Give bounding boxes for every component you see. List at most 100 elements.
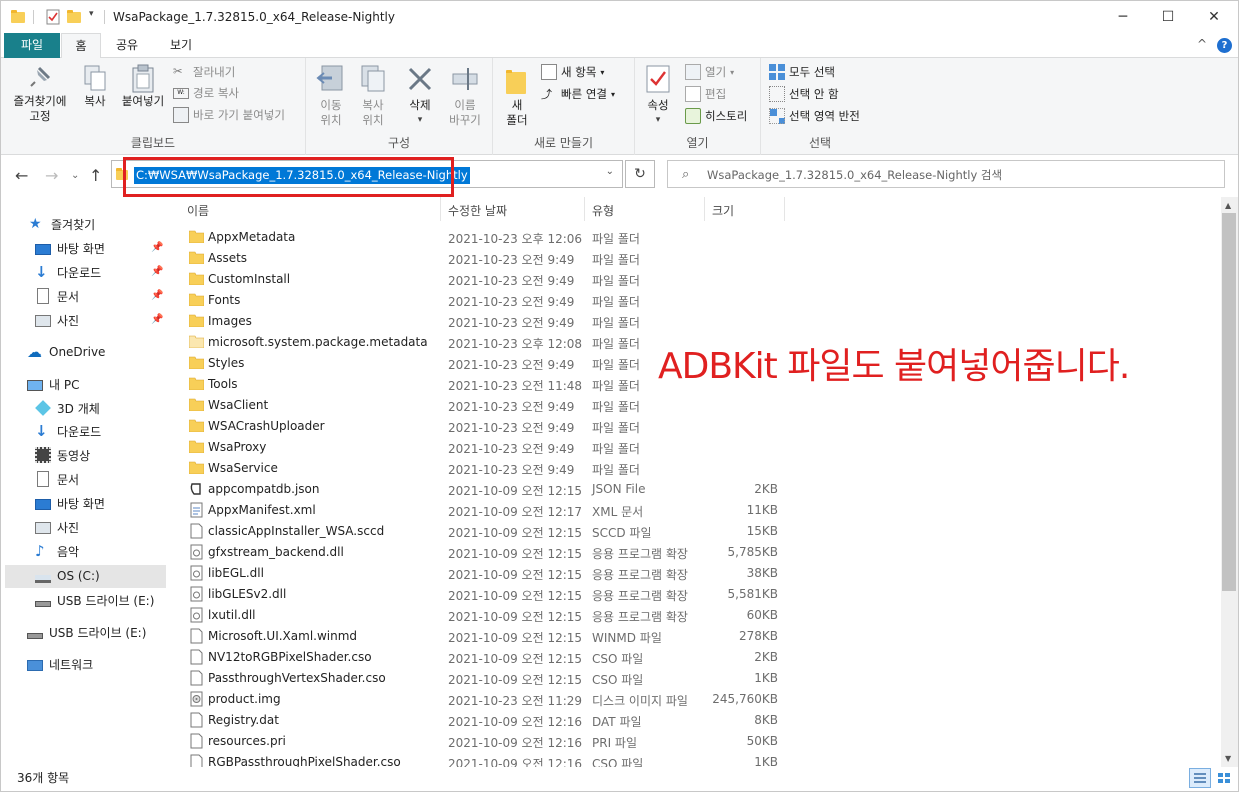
tab-share[interactable]: 공유 (105, 33, 149, 58)
file-row[interactable]: AppxMetadata 2021-10-23 오후 12:06 파일 폴더 (169, 227, 789, 248)
copy-to-button[interactable]: 복사 위치 (354, 64, 392, 128)
help-icon[interactable]: ? (1217, 38, 1232, 53)
file-row[interactable]: libGLESv2.dll 2021-10-09 오전 12:15 응용 프로그램 … (169, 584, 789, 605)
file-row[interactable]: Microsoft.UI.Xaml.winmd 2021-10-09 오전 12:… (169, 626, 789, 647)
column-separator[interactable] (784, 197, 785, 221)
properties-button[interactable]: 속성 ▾ (641, 64, 675, 128)
sidebar-item-network[interactable]: 네트워크 (27, 653, 93, 675)
pin-icon[interactable]: 📌 (151, 242, 163, 253)
copyto-label-1: 복사 (362, 98, 384, 112)
file-row[interactable]: Assets 2021-10-23 오전 9:49 파일 폴더 (169, 248, 789, 269)
history-button[interactable]: 히스토리 (685, 106, 747, 126)
up-arrow-icon[interactable]: ↑ (89, 166, 102, 185)
sidebar-item-usb-e-root[interactable]: USB 드라이브 (E:) (27, 621, 146, 643)
column-separator[interactable] (440, 197, 441, 221)
file-row[interactable]: PassthroughVertexShader.cso 2021-10-09 오전… (169, 668, 789, 689)
address-dropdown-icon[interactable]: ⌄ (606, 166, 614, 177)
refresh-icon[interactable]: ↻ (625, 160, 655, 188)
select-none-button[interactable]: 선택 안 함 (769, 84, 839, 104)
edit-button[interactable]: 편집 (685, 84, 726, 104)
file-date: 2021-10-09 오전 12:15 (448, 526, 583, 540)
sidebar-item-usb-e[interactable]: USB 드라이브 (E:) (35, 589, 154, 611)
paste-button[interactable]: 붙여넣기 (117, 64, 169, 109)
column-header-date[interactable]: 수정한 날짜 (448, 202, 507, 219)
file-row[interactable]: WsaProxy 2021-10-23 오전 9:49 파일 폴더 (169, 437, 789, 458)
file-row[interactable]: CustomInstall 2021-10-23 오전 9:49 파일 폴더 (169, 269, 789, 290)
file-row[interactable]: Fonts 2021-10-23 오전 9:49 파일 폴더 (169, 290, 789, 311)
file-row[interactable]: resources.pri 2021-10-09 오전 12:16 PRI 파일 50… (169, 731, 789, 752)
file-row[interactable]: WSACrashUploader 2021-10-23 오전 9:49 파일 폴더 (169, 416, 789, 437)
sidebar-item-os-c[interactable]: OS (C:) (35, 565, 100, 587)
column-separator[interactable] (704, 197, 705, 221)
properties-quick-icon[interactable] (45, 9, 61, 25)
pin-icon[interactable]: 📌 (151, 266, 163, 277)
sidebar-item-pc-documents[interactable]: 문서 (35, 468, 79, 490)
move-to-button[interactable]: 이동 위치 (312, 64, 350, 128)
column-header-size[interactable]: 크기 (712, 202, 734, 219)
select-all-button[interactable]: 모두 선택 (769, 62, 835, 82)
file-row[interactable]: product.img 2021-10-23 오전 11:29 디스크 이미지 파일… (169, 689, 789, 710)
tab-file[interactable]: 파일 (4, 33, 60, 58)
sidebar-item-onedrive[interactable]: ☁ OneDrive (27, 341, 105, 363)
sidebar-item-pc-pictures[interactable]: 사진 (35, 516, 79, 538)
invert-selection-button[interactable]: 선택 영역 반전 (769, 106, 860, 126)
pin-icon[interactable]: 📌 (151, 290, 163, 301)
rename-button[interactable]: 이름 바꾸기 (444, 64, 486, 128)
file-row[interactable]: RGBPassthroughPixelShader.cso 2021-10-09 … (169, 752, 789, 767)
cut-button[interactable]: ✂ 잘라내기 (173, 62, 235, 82)
sidebar-item-pictures[interactable]: 사진 (35, 309, 79, 331)
sidebar-item-pc-desktop[interactable]: 바탕 화면 (35, 492, 105, 514)
new-item-button[interactable]: 새 항목 ▾ (541, 62, 604, 82)
open-button[interactable]: 열기 ▾ (685, 62, 734, 82)
column-header-name[interactable]: 이름 (187, 202, 209, 219)
customize-quick-access-icon[interactable]: ▾ (89, 9, 94, 19)
file-row[interactable]: Registry.dat 2021-10-09 오전 12:16 DAT 파일 8KB (169, 710, 789, 731)
sidebar-item-videos[interactable]: 동영상 (35, 444, 90, 466)
new-folder-quick-icon[interactable] (67, 9, 81, 23)
forward-arrow-icon[interactable]: → (45, 166, 58, 185)
file-row[interactable]: lxutil.dll 2021-10-09 오전 12:15 응용 프로그램 확장 6… (169, 605, 789, 626)
tab-home[interactable]: 홈 (61, 33, 101, 59)
copy-button[interactable]: 복사 (75, 64, 115, 109)
column-separator[interactable] (584, 197, 585, 221)
file-row[interactable]: WsaClient 2021-10-23 오전 9:49 파일 폴더 (169, 395, 789, 416)
sidebar-item-music[interactable]: ♪ 음악 (35, 540, 79, 562)
delete-button[interactable]: 삭제 ▾ (402, 64, 438, 128)
paste-shortcut-button[interactable]: 바로 가기 붙여넣기 (173, 105, 285, 125)
close-button[interactable]: ✕ (1191, 1, 1237, 33)
details-view-icon[interactable] (1189, 768, 1211, 788)
scroll-down-icon[interactable]: ▼ (1225, 754, 1231, 763)
search-placeholder[interactable]: WsaPackage_1.7.32815.0_x64_Release-Night… (707, 167, 1002, 183)
file-row[interactable]: appcompatdb.json 2021-10-09 오전 12:15 JSON … (169, 479, 789, 500)
copy-path-button[interactable]: W: 경로 복사 (173, 83, 239, 103)
sidebar-item-pc-downloads[interactable]: ↓ 다운로드 (35, 420, 101, 442)
sidebar-item-documents[interactable]: 문서 (35, 285, 79, 307)
new-folder-button[interactable]: 새 폴더 (499, 64, 535, 128)
sidebar-item-desktop[interactable]: 바탕 화면 (35, 237, 105, 259)
sidebar-item-3d-objects[interactable]: 3D 개체 (35, 397, 100, 419)
collapse-ribbon-icon[interactable]: ^ (1197, 37, 1207, 51)
scroll-up-icon[interactable]: ▲ (1225, 201, 1231, 210)
file-row[interactable]: WsaService 2021-10-23 오전 9:49 파일 폴더 (169, 458, 789, 479)
file-row[interactable]: libEGL.dll 2021-10-09 오전 12:15 응용 프로그램 확장 3… (169, 563, 789, 584)
file-row[interactable]: AppxManifest.xml 2021-10-09 오전 12:17 XML 문… (169, 500, 789, 521)
file-row[interactable]: classicAppInstaller_WSA.sccd 2021-10-09 오… (169, 521, 789, 542)
file-row[interactable]: gfxstream_backend.dll 2021-10-09 오전 12:15… (169, 542, 789, 563)
minimize-button[interactable]: ─ (1100, 1, 1146, 33)
file-row[interactable]: NV12toRGBPixelShader.cso 2021-10-09 오전 12… (169, 647, 789, 668)
pin-to-quick-access-button[interactable]: 즐겨찾기에 고정 (7, 64, 73, 124)
scrollbar-thumb[interactable] (1222, 213, 1236, 591)
sidebar-item-downloads[interactable]: ↓ 다운로드 (35, 261, 101, 283)
sidebar-item-this-pc[interactable]: 내 PC (27, 373, 79, 395)
maximize-button[interactable]: ☐ (1145, 1, 1191, 33)
easy-access-button[interactable]: ⤴ 빠른 연결 ▾ (541, 84, 615, 104)
back-arrow-icon[interactable]: ← (15, 166, 28, 185)
sidebar-item-quick-access[interactable]: ★ 즐겨찾기 (29, 213, 95, 235)
tab-view[interactable]: 보기 (159, 33, 203, 58)
pin-icon[interactable]: 📌 (151, 314, 163, 325)
file-name: WsaClient (208, 398, 269, 412)
large-icons-view-icon[interactable] (1213, 768, 1235, 788)
recent-locations-icon[interactable]: ⌄ (71, 170, 79, 181)
file-row[interactable]: Images 2021-10-23 오전 9:49 파일 폴더 (169, 311, 789, 332)
column-header-type[interactable]: 유형 (592, 202, 614, 219)
